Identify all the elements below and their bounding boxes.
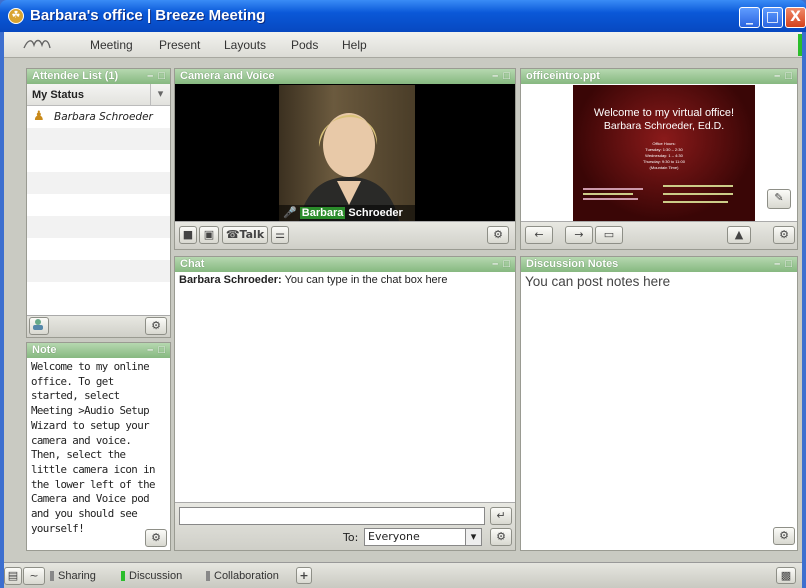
attendee-list: ♟ Barbara Schroeder (27, 106, 170, 304)
pod-window-controls[interactable]: – □ (492, 69, 511, 84)
minimize-button[interactable]: _ (739, 7, 760, 28)
chevron-down-icon[interactable]: ▾ (465, 529, 481, 545)
talk-button[interactable]: ☎Talk (222, 226, 268, 244)
presenter-video-image (299, 113, 399, 221)
close-button[interactable]: X (785, 7, 806, 28)
connection-indicator (798, 34, 802, 56)
notes-text[interactable]: You can post notes here (521, 272, 797, 291)
camera-voice-pod: Camera and Voice – □ 🎤 Barbara Schroeder… (174, 68, 516, 250)
meeting-stage: Attendee List (1) – □ My Status ▾ ♟ Barb… (4, 58, 802, 562)
slide-office-hours: Office Hours: Tuesday: 1:30 – 2:30 Wednesd… (643, 141, 685, 170)
gear-icon[interactable]: ⚙ (490, 528, 512, 546)
chat-input-area: ↵ To: Everyone ▾ ⚙ (175, 502, 515, 550)
slide-pod-title: officeintro.ppt (526, 70, 600, 82)
add-user-icon[interactable] (29, 317, 49, 335)
note-text[interactable]: Welcome to my online office. To get star… (27, 358, 170, 538)
tab-discussion[interactable]: Discussion (119, 568, 182, 584)
add-tab-button[interactable]: + (296, 567, 312, 584)
attendee-list-pod: Attendee List (1) – □ My Status ▾ ♟ Barb… (26, 68, 171, 338)
pod-header[interactable]: Discussion Notes – □ (521, 257, 797, 272)
gear-icon[interactable]: ⚙ (773, 527, 795, 545)
menu-meeting[interactable]: Meeting (90, 38, 133, 52)
notes-pod-title: Discussion Notes (526, 258, 619, 270)
camera-pod-footer: ■ ▣ ☎Talk ⚌ ⚙ (175, 221, 515, 249)
caption-last-name: Schroeder (348, 207, 403, 219)
webcam-video: 🎤 Barbara Schroeder (279, 85, 415, 221)
chat-input[interactable] (179, 507, 485, 525)
menu-help[interactable]: Help (342, 38, 367, 52)
attendee-pod-footer: ⚙ (27, 315, 170, 337)
slide-subheading: Barbara Schroeder, Ed.D. (603, 120, 725, 132)
slide-heading: Welcome to my virtual office! (593, 107, 735, 119)
microphone-icon: ☎ (225, 228, 240, 241)
layout-icon[interactable]: ▤ (4, 567, 22, 585)
maximize-button[interactable]: □ (762, 7, 783, 28)
attendee-name: Barbara Schroeder (54, 111, 153, 123)
pod-header[interactable]: Chat – □ (175, 257, 515, 272)
pod-header[interactable]: officeintro.ppt – □ (521, 69, 797, 84)
chat-message[interactable]: Barbara Schroeder: You can type in the c… (175, 272, 515, 288)
breeze-wave-icon (22, 37, 56, 53)
camera-pod-title: Camera and Voice (180, 70, 275, 82)
full-screen-icon[interactable]: ▭ (595, 226, 623, 244)
breeze-logo-icon: ☘ (8, 8, 24, 24)
microphone-icon: 🎤 (283, 207, 297, 219)
gear-icon[interactable]: ⚙ (145, 317, 167, 335)
chat-message-text: You can type in the chat box here (284, 274, 448, 286)
pod-header[interactable]: Note – □ (27, 343, 170, 358)
slide-pod-footer: ← → ▭ ▲ ⚙ (521, 221, 797, 249)
menu-pods[interactable]: Pods (291, 38, 318, 52)
send-button[interactable]: ↵ (490, 507, 512, 525)
talk-label: Talk (239, 228, 265, 241)
chat-sender: Barbara Schroeder: (179, 274, 282, 286)
full-screen-icon[interactable]: ▩ (776, 567, 796, 584)
note-pod: Note – □ Welcome to my online office. To… (26, 342, 171, 551)
caption-first-name: Barbara (299, 207, 346, 219)
note-pod-title: Note (32, 344, 57, 356)
chevron-down-icon[interactable]: ▾ (150, 84, 170, 105)
status-label: My Status (32, 89, 84, 101)
layout-tab-bar: ▤ ~ Sharing Discussion Collaboration + ▩ (4, 562, 802, 588)
tab-sharing[interactable]: Sharing (48, 568, 96, 584)
breeze-wave-icon[interactable]: ~ (23, 567, 45, 585)
chat-pod-title: Chat (180, 258, 205, 270)
menu-present[interactable]: Present (159, 38, 200, 52)
menu-layouts[interactable]: Layouts (224, 38, 266, 52)
pod-window-controls[interactable]: – □ (774, 257, 793, 272)
pod-window-controls[interactable]: – □ (774, 69, 793, 84)
attendee-pod-title: Attendee List (1) (32, 70, 119, 82)
gear-icon[interactable]: ⚙ (487, 226, 509, 244)
stop-icon[interactable]: ■ (179, 226, 197, 244)
gear-icon[interactable]: ⚙ (145, 529, 167, 547)
lock-icon[interactable]: ⚌ (271, 226, 289, 244)
app-window: ☘ Barbara's office | Breeze Meeting _ □ … (0, 0, 806, 588)
pod-header[interactable]: Attendee List (1) – □ (27, 69, 170, 84)
next-slide-icon[interactable]: → (565, 226, 593, 244)
list-item[interactable]: ♟ Barbara Schroeder (27, 106, 170, 128)
window-title: Barbara's office | Breeze Meeting (30, 7, 266, 24)
chat-pod: Chat – □ Barbara Schroeder: You can type… (174, 256, 516, 551)
slide-contact-info (583, 185, 743, 215)
tab-collaboration[interactable]: Collaboration (204, 568, 279, 584)
annotate-icon[interactable]: ✎ (767, 189, 791, 209)
to-label: To: (343, 531, 359, 544)
camera-icon[interactable]: ▣ (199, 226, 219, 244)
pod-window-controls[interactable]: – □ (147, 343, 166, 358)
draw-tool-icon[interactable]: ▲ (727, 226, 751, 244)
menu-bar: Meeting Present Layouts Pods Help (4, 32, 802, 58)
title-bar[interactable]: ☘ Barbara's office | Breeze Meeting _ □ … (0, 0, 806, 32)
slide-pod: officeintro.ppt – □ Welcome to my virtua… (520, 68, 798, 250)
status-select[interactable]: My Status ▾ (27, 84, 170, 106)
gear-icon[interactable]: ⚙ (773, 226, 795, 244)
pod-window-controls[interactable]: – □ (147, 69, 166, 84)
pod-header[interactable]: Camera and Voice – □ (175, 69, 515, 84)
recipient-value: Everyone (368, 530, 420, 543)
slide-view: Welcome to my virtual office! Barbara Sc… (573, 85, 755, 221)
host-person-icon: ♟ (33, 109, 45, 124)
discussion-notes-pod: Discussion Notes – □ You can post notes … (520, 256, 798, 551)
recipient-select[interactable]: Everyone ▾ (364, 528, 482, 546)
video-caption: 🎤 Barbara Schroeder (279, 205, 415, 221)
previous-slide-icon[interactable]: ← (525, 226, 553, 244)
pod-window-controls[interactable]: – □ (492, 257, 511, 272)
